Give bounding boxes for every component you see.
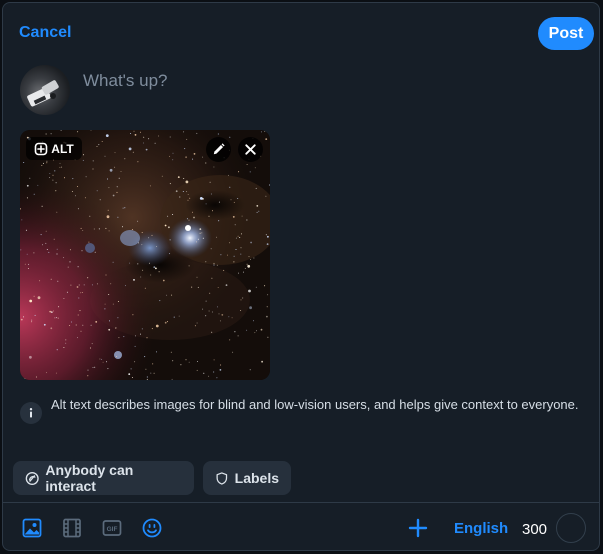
alt-label: ALT [51, 141, 74, 156]
gif-icon[interactable]: GIF [101, 517, 123, 539]
cancel-button[interactable]: Cancel [19, 24, 71, 42]
add-thread-post-button[interactable] [407, 517, 429, 539]
composer-header: Cancel Post [3, 3, 599, 63]
image-icon[interactable] [21, 517, 43, 539]
interaction-label: Anybody can interact [45, 462, 134, 494]
remove-image-button[interactable] [238, 137, 263, 162]
post-text-input[interactable] [83, 71, 563, 91]
pencil-icon [213, 143, 225, 155]
alt-text-hint-text: Alt text describes images for blind and … [51, 397, 579, 412]
gif-icon-label: GIF [107, 526, 118, 533]
language-selector[interactable]: English [454, 520, 508, 537]
plus-icon [408, 518, 428, 538]
edit-image-button[interactable] [206, 137, 231, 162]
toolbar-divider [3, 502, 599, 503]
info-icon [20, 402, 42, 424]
plus-square-icon [34, 142, 48, 155]
no-interaction-icon [25, 471, 39, 485]
video-icon[interactable] [61, 517, 83, 539]
labels-label: Labels [234, 470, 279, 486]
alt-text-button[interactable]: ALT [26, 137, 82, 160]
attached-image [20, 130, 270, 380]
character-count: 300 [522, 521, 548, 538]
shield-icon [216, 471, 228, 485]
character-progress-ring [556, 513, 586, 543]
avatar [20, 65, 70, 115]
emoji-icon[interactable] [141, 517, 163, 539]
interaction-settings-button[interactable]: Anybody can interact [13, 461, 194, 495]
post-button[interactable]: Post [538, 17, 594, 50]
labels-button[interactable]: Labels [203, 461, 291, 495]
post-composer-dialog: Cancel Post What's up? ALT Alt text desc… [2, 2, 600, 551]
close-icon [245, 144, 256, 155]
